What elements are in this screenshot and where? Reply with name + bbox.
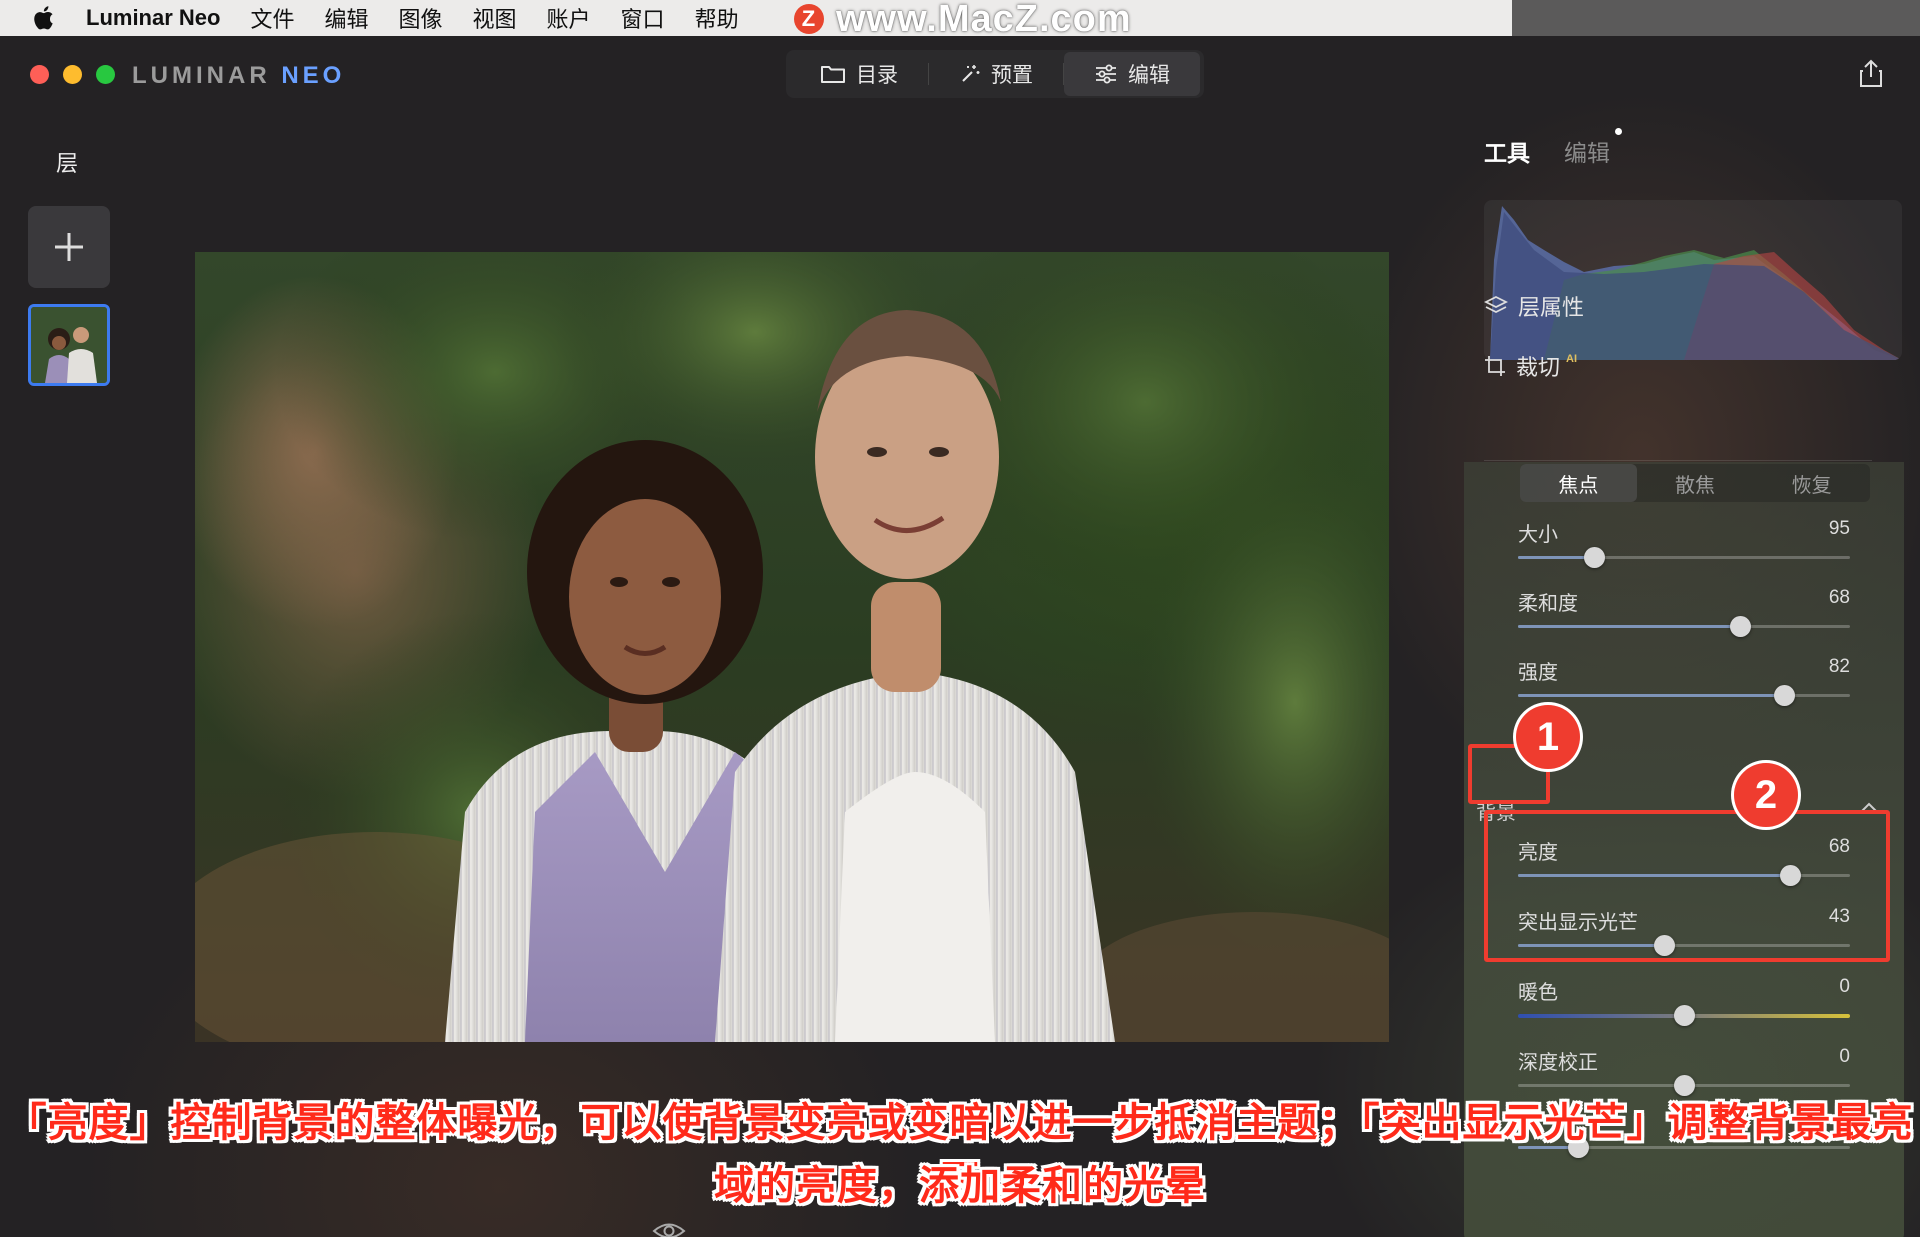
slider-value: 95 [1828,518,1850,539]
edited-indicator-dot [1615,128,1622,135]
crop-icon [1485,356,1505,376]
slider-label: 大小 [1518,524,1558,546]
ai-badge: AI [1566,353,1578,365]
zoom-window-button[interactable] [96,65,115,84]
slider-size: 大小 95 [1518,518,1850,568]
app-logo: LUMINAR NEO [132,62,345,90]
tab-tools[interactable]: 工具 [1484,134,1530,168]
apple-icon[interactable] [32,4,58,32]
thumbnail-image [31,307,107,383]
watermark: Z www.MacZ.com [794,0,1132,40]
tool-layer-properties[interactable]: 层属性 [1484,290,1584,322]
panel-tabs: 工具 编辑 [1484,128,1622,168]
slider-track[interactable] [1518,616,1850,637]
slider-strength: 强度 82 [1518,656,1850,706]
logo-text-luminar: LUMINAR [132,62,271,89]
tab-edits-label: 编辑 [1564,140,1610,166]
slider-warmth: 暖色 0 [1518,976,1850,1026]
slider-fill [1518,625,1741,628]
logo-text-neo: NEO [281,62,346,89]
portrait-image [195,252,1389,1042]
slider-track[interactable] [1518,685,1850,706]
tab-catalog[interactable]: 目录 [790,52,928,96]
mode-switcher: 目录 预置 编辑 [786,50,1204,98]
tab-catalog-label: 目录 [856,64,898,87]
layers-icon [1484,295,1508,314]
menu-app-name[interactable]: Luminar Neo [86,5,220,31]
annotation-badge-1: 1 [1516,705,1580,769]
minimize-window-button[interactable] [63,65,82,84]
tab-presets[interactable]: 预置 [929,52,1063,96]
slider-softness: 柔和度 68 [1518,587,1850,637]
menubar-right-area [1512,0,1920,36]
histogram [1484,200,1902,360]
folder-icon [821,66,845,83]
slider-value: 0 [1839,1046,1850,1067]
menu-window[interactable]: 窗口 [621,2,665,34]
slider-handle[interactable] [1674,1005,1695,1026]
slider-track[interactable] [1518,1005,1850,1026]
segment-restore[interactable]: 恢复 [1753,464,1870,502]
window-controls [30,65,115,84]
caption-line-2: 域的亮度，添加柔和的光晕 [714,1164,1206,1208]
photo-canvas[interactable] [195,252,1389,1042]
tool-layer-properties-label: 层属性 [1518,295,1585,320]
slider-value: 68 [1828,587,1850,608]
tab-edit[interactable]: 编辑 [1064,52,1200,96]
slider-track[interactable] [1518,1075,1850,1096]
sliders-icon [1096,64,1116,84]
menu-file[interactable]: 文件 [250,2,294,34]
menu-image[interactable]: 图像 [399,2,443,34]
slider-value: 0 [1839,976,1850,997]
title-bar: LUMINAR NEO 目录 预置 编辑 [0,36,1920,112]
slider-value: 82 [1828,656,1850,677]
layer-thumbnail[interactable] [28,304,110,386]
plus-icon [55,233,83,261]
menu-view[interactable]: 视图 [473,2,517,34]
slider-label: 柔和度 [1518,593,1578,615]
menu-account[interactable]: 账户 [547,2,591,34]
slider-label: 暖色 [1518,982,1558,1004]
segment-focus[interactable]: 焦点 [1520,464,1637,502]
watermark-logo: Z [794,4,824,34]
slider-label: 深度校正 [1518,1052,1598,1074]
tab-presets-label: 预置 [991,64,1033,87]
menu-edit[interactable]: 编辑 [324,2,368,34]
share-icon[interactable] [1858,58,1884,88]
slider-fill [1518,556,1595,559]
eye-icon[interactable] [652,1220,686,1237]
tab-edits[interactable]: 编辑 [1564,128,1622,168]
segmented-control: 焦点 散焦 恢复 [1520,464,1870,502]
add-layer-button[interactable] [28,206,110,288]
tab-edit-label: 编辑 [1128,64,1170,87]
layers-title: 层 [56,151,79,176]
slider-handle[interactable] [1773,685,1795,706]
divider [1484,460,1872,461]
menu-help[interactable]: 帮助 [695,2,739,34]
slider-label: 强度 [1518,662,1558,684]
magic-wand-icon [962,65,980,82]
tool-crop-label: 裁切 [1516,355,1561,380]
histogram-graph [1490,206,1902,360]
segment-defocus[interactable]: 散焦 [1637,464,1754,502]
slider-track[interactable] [1518,547,1850,568]
tool-crop[interactable]: 裁切 AI [1484,350,1577,382]
annotation-box-sliders [1484,810,1890,962]
app-window: LUMINAR NEO 目录 预置 编辑 层 工具 编辑 层属性 裁切 AI 焦… [0,36,1920,1237]
close-window-button[interactable] [30,65,49,84]
slider-fill [1518,694,1784,697]
annotation-badge-2: 2 [1734,763,1798,827]
slider-depth-correction: 深度校正 0 [1518,1046,1850,1096]
watermark-text: www.MacZ.com [836,0,1132,40]
